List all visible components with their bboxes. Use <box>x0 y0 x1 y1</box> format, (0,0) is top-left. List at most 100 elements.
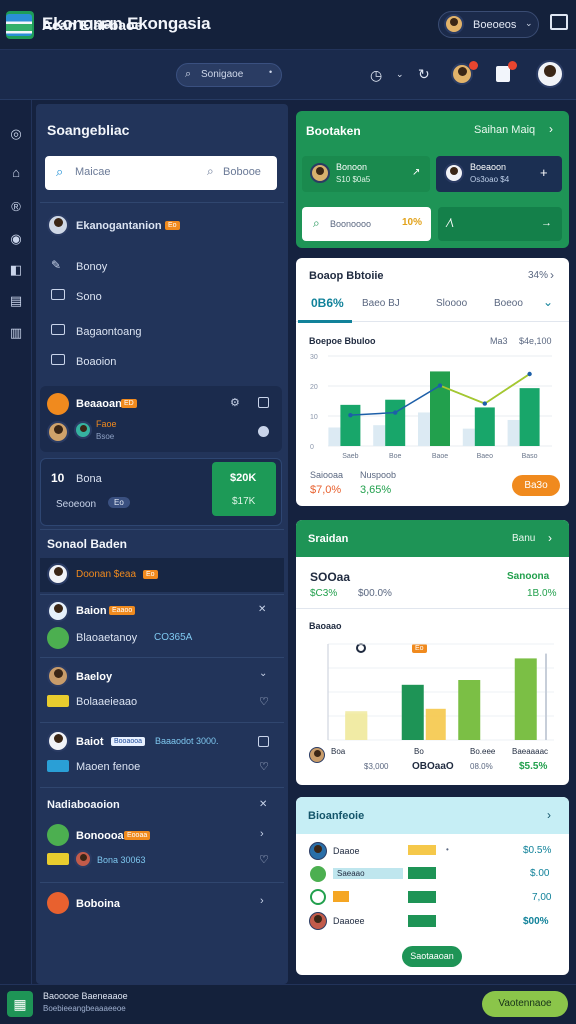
gear-icon[interactable]: ⚙ <box>230 396 240 409</box>
row-name[interactable]: Baiot <box>76 736 104 748</box>
footer-button[interactable]: Vaotennaoe <box>482 991 568 1017</box>
list-row-name[interactable]: Daaoe <box>333 846 360 856</box>
summary-sub: Seoeoon <box>56 499 97 510</box>
bar-chart-2 <box>327 643 554 741</box>
bar-secondary <box>425 708 446 740</box>
bar <box>385 399 406 446</box>
green-badge-icon <box>47 824 69 846</box>
trend-line-secondary <box>439 373 531 405</box>
bar-secondary <box>345 711 368 740</box>
heart-icon[interactable]: ♡ <box>259 760 269 773</box>
user-menu-button[interactable]: Boeoeos ⌄ <box>438 11 539 38</box>
chevron-right-icon[interactable]: › <box>550 268 554 282</box>
target-icon[interactable]: ◉ <box>8 231 24 247</box>
profile-name[interactable]: Ekanogantanion <box>76 220 162 232</box>
row-name[interactable]: Bonoooan <box>76 830 130 842</box>
menu-item-4[interactable]: Boaoion <box>76 356 116 368</box>
menu-item-1[interactable]: Bonoy <box>76 261 107 273</box>
row-name[interactable]: Baeloy <box>76 671 112 683</box>
chevron-right-icon[interactable]: › <box>547 808 551 822</box>
legend-b: $4e,100 <box>519 336 552 346</box>
overview-action[interactable]: ⁄\ → <box>438 207 562 241</box>
chart2-sub-right: 1B.0% <box>527 588 557 599</box>
row-name[interactable]: Baion <box>76 605 107 617</box>
summary-count: 10 <box>51 471 65 485</box>
tag-icon[interactable]: ◧ <box>8 262 24 278</box>
row-sub-value: CO365A <box>154 632 193 643</box>
chevron-right-icon[interactable]: › <box>548 531 552 545</box>
menu-item-2[interactable]: Sono <box>76 291 102 303</box>
list-row-name[interactable]: Daaoee <box>333 916 365 926</box>
tab-4[interactable]: Boeoo <box>494 298 523 309</box>
trend-icon: ↗ <box>412 167 421 178</box>
refresh-icon[interactable]: ↻ <box>418 66 430 83</box>
section-title: Nadiaboaoion <box>47 799 120 811</box>
search-hint: Bobooe <box>223 166 261 178</box>
summary-value-button[interactable]: $20K $17K <box>212 462 276 516</box>
sidebar-search-input[interactable]: ⌕ Maicae ⌕ Bobooe <box>45 156 277 190</box>
row-tag: Eooaa <box>124 831 151 840</box>
document-icon[interactable] <box>496 66 510 82</box>
y-tick-label: 20 <box>310 384 318 391</box>
card-tag: ED <box>121 399 137 408</box>
clock-icon[interactable]: ◷ <box>370 67 382 84</box>
heart-icon[interactable]: ♡ <box>259 853 269 866</box>
chart-heading: Boepoe Bbuloo <box>309 336 376 346</box>
row-name[interactable]: Boboina <box>76 898 120 910</box>
bank-icon[interactable]: ▥ <box>8 325 24 341</box>
stat2-value: 3,65% <box>360 484 392 496</box>
list-action-button[interactable]: Saotaaoan <box>402 946 462 967</box>
profile-avatar[interactable] <box>536 60 564 88</box>
tab-3[interactable]: Sloooo <box>436 298 467 309</box>
dot-icon: • <box>446 845 449 854</box>
chevron-down-icon[interactable]: ⌄ <box>396 69 404 80</box>
foot2-label: Bo <box>414 747 424 756</box>
close-icon[interactable]: ✕ <box>258 604 266 615</box>
bar <box>430 371 450 446</box>
expand-icon[interactable] <box>258 736 269 747</box>
overview-link[interactable]: Saihan Maiq <box>474 124 535 136</box>
list-bar <box>408 891 436 903</box>
dot-icon: • <box>269 67 273 77</box>
tab-2[interactable]: Baeo BJ <box>362 298 400 309</box>
list-row-value: $.00 <box>530 868 550 879</box>
home-icon[interactable]: ⌂ <box>8 165 24 180</box>
overview-tile-1[interactable]: Bonoon S10 $0a5 ↗ <box>302 156 430 192</box>
divider <box>40 529 284 530</box>
registered-icon[interactable]: ® <box>8 199 24 214</box>
chevron-down-icon[interactable]: ⌄ <box>259 668 267 679</box>
bar-background <box>418 412 430 446</box>
heart-icon[interactable]: ♡ <box>259 695 269 708</box>
chart-action-button[interactable]: Ba3o <box>512 475 560 496</box>
settings-icon[interactable]: ◎ <box>8 126 24 142</box>
x-tick-label: Saeb <box>342 453 358 460</box>
chevron-right-icon[interactable]: › <box>260 895 264 907</box>
status-dot-icon <box>258 426 269 437</box>
foot3-value: 08.0% <box>470 762 493 771</box>
header-search[interactable]: ⌕ Sonigaoe • <box>176 63 282 87</box>
card-icon <box>51 324 65 335</box>
menu-item-3[interactable]: Bagaontoang <box>76 326 141 338</box>
grid-icon[interactable]: ▦ <box>7 991 33 1017</box>
activity-card[interactable] <box>40 386 282 452</box>
close-icon[interactable]: ✕ <box>259 799 267 810</box>
green-badge-icon <box>47 627 69 649</box>
chart2-link[interactable]: Banu <box>512 533 535 544</box>
profile-avatar[interactable] <box>47 214 69 236</box>
chevron-right-icon[interactable]: › <box>260 828 264 840</box>
expand-icon[interactable] <box>258 397 269 408</box>
window-icon[interactable] <box>550 14 568 30</box>
y-tick-label: 0 <box>310 444 314 451</box>
chart2-sub-left: $C3% <box>310 588 338 599</box>
user-name: Boeoeos <box>473 19 517 31</box>
chevron-down-icon[interactable]: ⌄ <box>543 295 553 309</box>
divider <box>40 594 284 595</box>
tab-active[interactable]: 0B6% <box>311 296 344 310</box>
briefcase-icon[interactable]: ▤ <box>8 293 24 309</box>
section-title: Sonaol Baden <box>47 537 128 551</box>
chevron-right-icon[interactable]: › <box>549 122 553 136</box>
overview-input[interactable]: ⌕ Boonoooo 10% <box>302 207 431 241</box>
header-search-text: Sonigaoe <box>201 69 244 80</box>
overview-tile-2[interactable]: Boeaoon Os3oao $4 + <box>436 156 562 192</box>
list-row-name[interactable]: Saeaao <box>337 869 365 878</box>
